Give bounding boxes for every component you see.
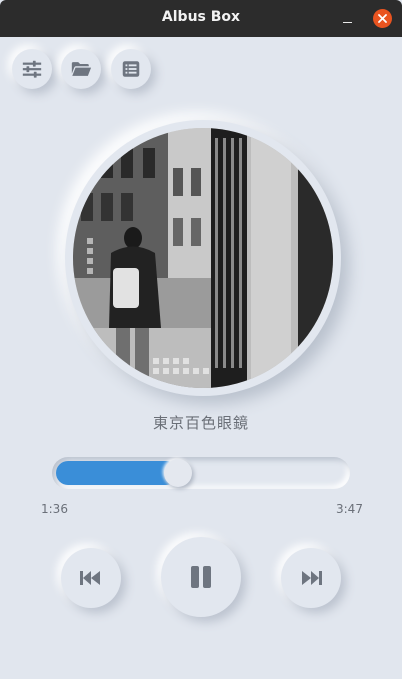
- skip-back-icon: [80, 571, 100, 585]
- player-panel: 東京百色眼鏡 1:36 3:47: [0, 37, 402, 679]
- total-duration: 3:47: [336, 502, 363, 516]
- album-cover-photo: [73, 128, 333, 388]
- minimize-icon[interactable]: [338, 10, 356, 28]
- playlist-button[interactable]: [111, 49, 151, 89]
- close-x-glyph: [378, 14, 387, 23]
- next-track-button[interactable]: [281, 548, 341, 608]
- progress-fill: [56, 461, 178, 485]
- previous-track-button[interactable]: [61, 548, 121, 608]
- progress-slider[interactable]: [52, 457, 350, 489]
- skip-forward-icon: [302, 571, 322, 585]
- open-folder-button[interactable]: [61, 49, 101, 89]
- sliders-icon: [22, 60, 42, 78]
- elapsed-time: 1:36: [41, 502, 68, 516]
- pause-icon: [191, 566, 211, 588]
- list-icon: [122, 61, 140, 77]
- song-title: 東京百色眼鏡: [152, 414, 249, 432]
- folder-open-icon: [71, 62, 92, 76]
- window-titlebar[interactable]: Albus Box: [0, 0, 402, 37]
- progress-knob[interactable]: [164, 459, 192, 487]
- equalizer-button[interactable]: [12, 49, 52, 89]
- pause-button[interactable]: [161, 537, 241, 617]
- close-icon[interactable]: [373, 9, 392, 28]
- album-art-disc: [65, 120, 341, 396]
- album-cover-image: [73, 128, 333, 388]
